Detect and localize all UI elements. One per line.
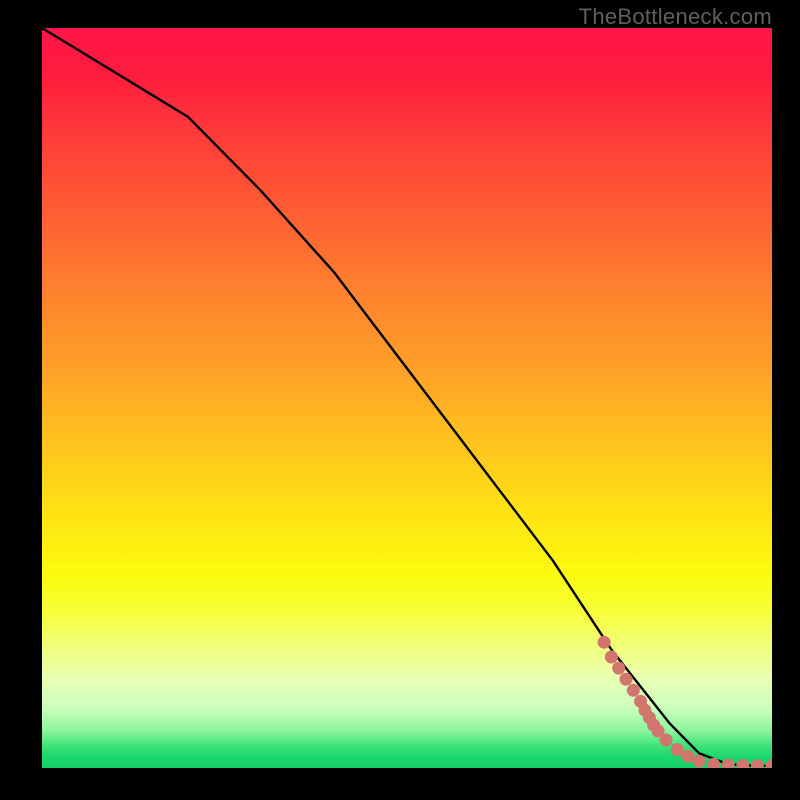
data-point: [598, 636, 611, 649]
data-point: [751, 759, 764, 768]
data-point: [643, 711, 656, 724]
data-point: [605, 651, 618, 664]
data-point: [766, 759, 773, 768]
data-point: [639, 704, 652, 717]
data-point: [660, 733, 673, 746]
data-point: [652, 725, 665, 738]
data-markers: [598, 636, 772, 768]
data-point: [693, 755, 706, 768]
attribution-label: TheBottleneck.com: [579, 4, 772, 30]
chart-frame: TheBottleneck.com: [0, 0, 800, 800]
chart-svg: [42, 28, 772, 768]
gradient-plot-area: [42, 28, 772, 768]
data-point: [634, 695, 647, 708]
data-point: [722, 759, 735, 769]
bottleneck-curve: [42, 28, 772, 766]
data-point: [620, 673, 633, 686]
data-point: [707, 758, 720, 768]
data-point: [682, 750, 695, 763]
data-point: [627, 684, 640, 697]
data-point: [612, 662, 625, 675]
data-point: [671, 743, 684, 756]
data-point: [647, 719, 660, 732]
data-point: [736, 759, 749, 768]
